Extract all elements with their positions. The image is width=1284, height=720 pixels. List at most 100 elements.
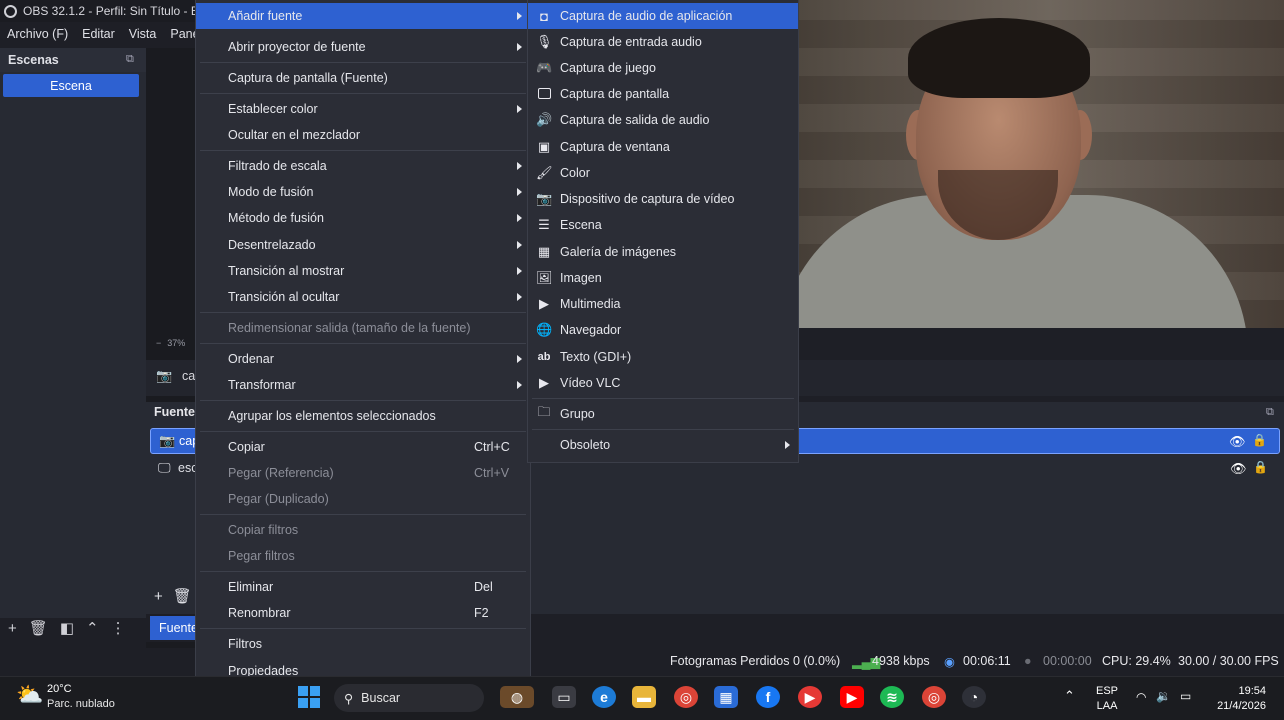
cpu-usage: CPU: 29.4% [1102,654,1171,668]
submenu-item-video-device[interactable]: 📷 Dispositivo de captura de vídeo [528,186,798,212]
menu-item-blend-mode[interactable]: Modo de fusión [196,179,530,205]
weather-desc[interactable]: Parc. nublado [47,698,115,710]
zoom-out-icon[interactable]: − [156,338,161,348]
menu-item-copy[interactable]: Copiar Ctrl+C [196,434,530,460]
input-language[interactable]: ESP LAA [1096,684,1118,714]
obs-taskbar-icon[interactable]: ◔ [962,686,986,708]
camera-icon: 📷 [536,191,553,206]
submenu-item-app-audio[interactable]: ◘ Captura de audio de aplicación [528,3,798,29]
submenu-item-window-capture[interactable]: ▣ Captura de ventana [528,134,798,160]
play-icon: ▶ [539,296,549,311]
menu-item-paste-ref: Pegar (Referencia) Ctrl+V [228,466,510,480]
menu-item-screenshot[interactable]: Captura de pantalla (Fuente) [196,65,530,91]
more-icon[interactable]: ⋮ [111,619,126,637]
submenu-item-browser[interactable]: 🌐 Navegador [528,317,798,343]
menu-item-filters[interactable]: Filtros [196,631,530,657]
youtube-icon[interactable]: ▶ [840,686,864,708]
brush-icon: 🖌 [536,165,553,180]
scene-item[interactable]: Escena [3,74,139,97]
start-button[interactable] [298,686,320,708]
move-up-icon[interactable]: ⌃ [86,619,99,637]
menu-item-scale-filter[interactable]: Filtrado de escala [196,153,530,179]
submenu-item-vlc[interactable]: ▶ Vídeo VLC [528,370,798,396]
window-titlebar: OBS 32.1.2 - Perfil: Sin Título - Escena… [0,0,200,22]
submenu-item-audio-input[interactable]: 🎙 Captura de entrada audio [528,29,798,55]
menu-item-delete[interactable]: Eliminar Del [196,574,530,600]
store-icon[interactable]: ▦ [714,686,738,708]
submenu-item-deprecated[interactable]: Obsoleto [528,432,798,458]
facebook-icon[interactable]: f [756,686,780,708]
menu-item-open-projector[interactable]: Abrir proyector de fuente [196,34,530,60]
menu-item-deinterlace[interactable]: Desentrelazado [196,232,530,258]
menu-item-add-source[interactable]: Añadir fuente [196,3,530,29]
menu-item-transform[interactable]: Transformar [196,372,530,398]
source-context-menu: Añadir fuente Abrir proyector de fuente … [196,0,530,688]
chrome-icon[interactable]: ◎ [674,686,698,708]
search-highlight-icon[interactable]: ◍ [500,686,534,708]
delete-source-icon[interactable]: 🗑 [173,587,192,605]
camera-icon: 📷 [156,368,173,383]
wifi-icon[interactable]: ◠ [1136,690,1146,704]
submenu-item-display-capture[interactable]: Captura de pantalla [528,81,798,107]
media-player-icon[interactable]: ▶ [798,686,822,708]
visibility-eye-icon[interactable]: 👁 [1230,461,1247,476]
menu-item-hide-transition[interactable]: Transición al ocultar [196,284,530,310]
chrome-profile-icon[interactable]: ◎ [922,686,946,708]
menu-item-group-selected[interactable]: Agrupar los elementos seleccionados [196,403,530,429]
edge-icon[interactable]: e [592,686,616,708]
submenu-item-image-slideshow[interactable]: ▦ Galería de imágenes [528,239,798,265]
add-source-icon[interactable]: + [154,588,163,605]
menu-item-order[interactable]: Ordenar [196,346,530,372]
clock[interactable]: 19:54 21/4/2026 [1210,684,1266,714]
menu-item-paste-filters: Pegar filtros [228,549,295,563]
file-explorer-icon[interactable]: ▬ [632,686,656,708]
menu-editar[interactable]: Editar [75,27,122,41]
zoom-level: 37% [167,338,186,348]
add-source-submenu: ◘ Captura de audio de aplicación 🎙 Captura… [528,0,798,462]
image-icon: 🖼 [536,270,553,285]
scene-filters-icon[interactable]: ◧ [60,619,74,637]
scenes-toolbar: + 🗑 ◧ ⌃ ⋮ [0,616,146,640]
submenu-item-game-capture[interactable]: 🎮 Captura de juego [528,55,798,81]
folder-icon: 🗀 [537,404,551,419]
fps: 30.00 / 30.00 FPS [1178,654,1279,668]
submenu-item-image[interactable]: 🖼 Imagen [528,265,798,291]
submenu-item-color[interactable]: 🖌 Color [528,160,798,186]
menu-item-hide-mixer[interactable]: Ocultar en el mezclador [196,122,530,148]
submenu-item-text[interactable]: ab Texto (GDI+) [528,344,798,370]
delete-scene-icon[interactable]: 🗑 [29,619,48,637]
weather-temp[interactable]: 20°C [47,683,72,695]
menu-item-blend-method[interactable]: Método de fusión [196,205,530,231]
submenu-item-group[interactable]: 🗀 Grupo [528,401,798,427]
menu-archivo[interactable]: Archivo (F) [0,27,75,41]
volume-icon[interactable]: 🔉 [1156,689,1171,703]
tab-fuentes[interactable]: Fuentes [150,616,204,640]
lock-icon[interactable]: 🔒 [1252,433,1267,447]
window-icon: ▣ [537,139,551,154]
microphone-icon: 🎙 [536,34,553,49]
add-scene-icon[interactable]: + [8,620,17,637]
weather-cloudy-icon[interactable]: ⛅ [16,682,43,708]
search-placeholder: Buscar [361,691,401,705]
menu-vista[interactable]: Vista [122,27,164,41]
menu-item-rename[interactable]: Renombrar F2 [196,600,530,626]
undock-icon[interactable]: ⧉ [126,53,134,66]
submenu-item-scene[interactable]: ☰ Escena [528,212,798,238]
submenu-item-audio-output[interactable]: 🔊 Captura de salida de audio [528,107,798,133]
visibility-eye-icon[interactable]: 👁 [1229,434,1246,449]
taskbar-search[interactable]: ⚲ Buscar [334,684,484,712]
monitor-icon: 🖵 [158,460,171,475]
chevron-up-icon[interactable]: ⌃ [1064,688,1075,704]
submenu-item-media[interactable]: ▶ Multimedia [528,291,798,317]
zoom-control[interactable]: − 37% [150,334,198,352]
rec-time: 00:00:00 [1043,654,1092,668]
task-view-icon[interactable]: ▭ [552,686,576,708]
spotify-icon[interactable]: ≋ [880,686,904,708]
battery-icon[interactable]: ▭ [1180,689,1191,703]
search-icon: ⚲ [344,691,354,706]
menu-paneles[interactable]: Paneles [163,27,200,41]
undock-icon[interactable]: ⧉ [1266,406,1274,419]
menu-item-set-color[interactable]: Establecer color [196,96,530,122]
lock-icon[interactable]: 🔒 [1253,460,1268,474]
menu-item-show-transition[interactable]: Transición al mostrar [196,258,530,284]
